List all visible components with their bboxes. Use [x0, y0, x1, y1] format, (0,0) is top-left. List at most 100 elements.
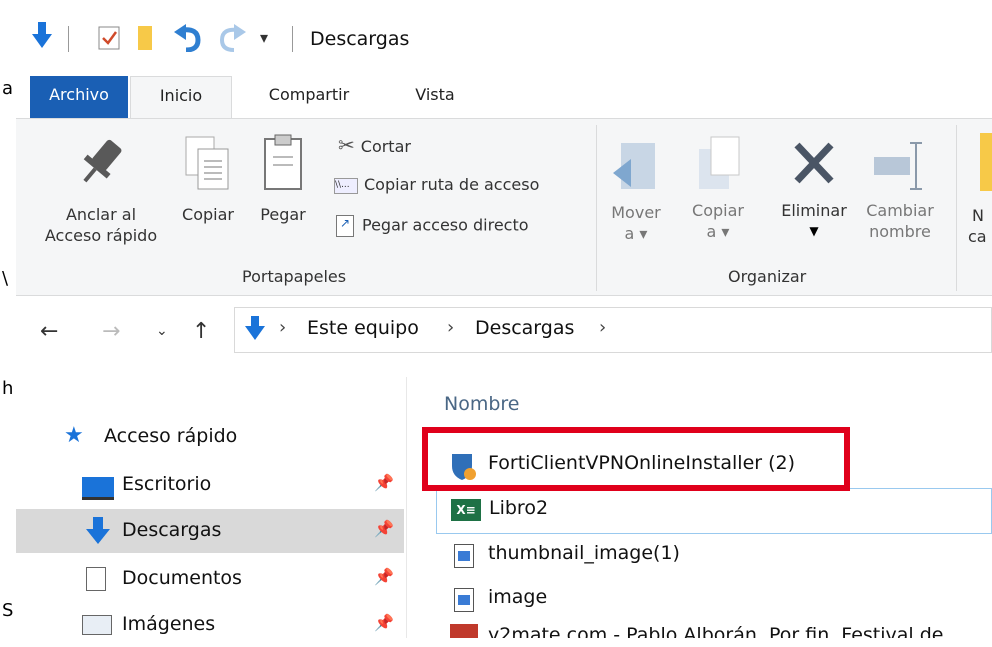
highlight-annotation-box [422, 427, 850, 491]
rename-button[interactable]: Cambiar nombre [856, 135, 944, 242]
image-file-icon [454, 544, 474, 568]
strip-char: h [2, 378, 14, 399]
pin-icon[interactable]: 📌 [374, 519, 394, 538]
copy-path-button[interactable]: \\... Copiar ruta de acceso [334, 175, 539, 194]
down-arrow-icon[interactable] [32, 22, 52, 50]
breadcrumb-chevron-icon[interactable]: › [279, 317, 286, 338]
rename-label-2: nombre [869, 222, 931, 241]
file-explorer-window: ▾ Descargas Archivo Inicio Compartir Vis… [16, 0, 992, 638]
copy-button[interactable]: Copiar [172, 135, 244, 225]
folder-icon[interactable] [136, 26, 154, 50]
pin-icon[interactable]: 📌 [374, 567, 394, 586]
image-file-icon [454, 588, 474, 612]
nav-item-imagenes[interactable]: Imágenes 📌 [16, 603, 404, 647]
star-icon: ★ [64, 423, 84, 448]
paste-label: Pegar [260, 205, 306, 224]
tab-vista[interactable]: Vista [398, 76, 472, 118]
scissors-icon: ✂ [338, 133, 355, 157]
navigation-bar: ← → ⌄ ↑ › Este equipo › Descargas › [16, 295, 992, 377]
copy-to-button[interactable]: Copiar a ▾ [686, 135, 750, 242]
documents-icon [86, 567, 106, 591]
breadcrumb-este-equipo[interactable]: Este equipo [307, 317, 419, 339]
move-label-1: Mover [611, 203, 661, 222]
navigation-pane: ★ Acceso rápido Escritorio 📌 Descargas 📌… [16, 377, 407, 638]
forward-arrow-icon[interactable]: → [102, 319, 120, 344]
pin-label-2: Acceso rápido [44, 226, 158, 245]
strip-char: S [2, 600, 14, 621]
column-header-name[interactable]: Nombre [444, 393, 520, 415]
delete-button[interactable]: Eliminar ▼ [774, 135, 854, 242]
file-name: image [488, 586, 548, 608]
breadcrumb-chevron-icon[interactable]: › [599, 317, 606, 338]
file-row[interactable]: image [436, 578, 992, 622]
trash-x-icon [794, 142, 834, 184]
paste-icon [264, 134, 302, 190]
pin-icon [83, 139, 122, 183]
background-window-strip: a \ h S [0, 0, 16, 638]
customize-toolbar-icon[interactable]: ▾ [260, 28, 268, 47]
copy-to-label-2: a [706, 222, 717, 241]
ribbon: Anclar al Acceso rápido Copiar Pegar ✂ Co… [16, 118, 992, 296]
breadcrumb-chevron-icon[interactable]: › [447, 317, 454, 338]
desktop-icon [82, 477, 114, 500]
new-folder-button[interactable]: N ca [966, 133, 992, 247]
nav-item-escritorio[interactable]: Escritorio 📌 [16, 463, 404, 507]
group-clipboard-label: Portapapeles [242, 267, 347, 286]
ribbon-separator [956, 125, 957, 291]
nav-quick-access-label: Acceso rápido [104, 425, 238, 447]
quick-access-toolbar: ▾ Descargas [16, 0, 992, 76]
new-folder-label-1: N [972, 206, 984, 225]
recent-chevron-down-icon[interactable]: ⌄ [156, 323, 168, 339]
move-to-button[interactable]: Mover a ▾ [606, 139, 666, 244]
nav-item-label: Imágenes [122, 613, 216, 635]
nav-item-label: Escritorio [122, 473, 212, 495]
tab-inicio[interactable]: Inicio [130, 76, 232, 120]
copy-path-label: Copiar ruta de acceso [364, 175, 540, 194]
download-icon [86, 517, 110, 544]
pin-icon[interactable]: 📌 [374, 473, 394, 492]
copy-to-label-1: Copiar [692, 201, 744, 220]
nav-item-descargas[interactable]: Descargas 📌 [16, 509, 404, 553]
ribbon-separator [596, 125, 597, 291]
tab-compartir[interactable]: Compartir [248, 76, 370, 118]
rename-icon [874, 142, 922, 190]
paste-button[interactable]: Pegar [248, 133, 318, 225]
pin-icon[interactable]: 📌 [374, 613, 394, 632]
pictures-icon [82, 615, 112, 635]
download-icon [245, 316, 265, 340]
nav-item-documentos[interactable]: Documentos 📌 [16, 557, 404, 601]
media-file-icon [450, 624, 478, 638]
file-row[interactable]: y2mate.com - Pablo Alborán, Por fin, Fes… [436, 620, 992, 638]
redo-icon [219, 24, 246, 52]
file-row[interactable]: thumbnail_image(1) [436, 534, 992, 578]
paste-shortcut-button[interactable]: ↗ Pegar acceso directo [336, 215, 529, 237]
move-label-2: a [624, 224, 635, 243]
address-bar[interactable]: › Este equipo › Descargas › [234, 307, 992, 353]
tab-archivo[interactable]: Archivo [30, 76, 128, 118]
file-row[interactable]: X≡ Libro2 [436, 488, 992, 534]
undo-icon[interactable] [174, 24, 204, 52]
strip-char: \ [2, 268, 9, 289]
copy-path-icon: \\... [334, 177, 358, 194]
file-name: y2mate.com - Pablo Alborán, Por fin, Fes… [488, 624, 944, 638]
nav-item-label: Documentos [122, 567, 242, 589]
file-name: Libro2 [489, 497, 549, 519]
up-arrow-icon[interactable]: ↑ [192, 319, 210, 344]
paste-shortcut-label: Pegar acceso directo [362, 215, 529, 235]
cut-button[interactable]: ✂ Cortar [338, 133, 411, 157]
new-folder-icon [980, 133, 992, 191]
back-arrow-icon[interactable]: ← [40, 319, 58, 344]
file-name: thumbnail_image(1) [488, 542, 680, 564]
shortcut-icon: ↗ [336, 215, 354, 237]
ribbon-tabs: Archivo Inicio Compartir Vista [16, 76, 992, 120]
move-to-icon [613, 143, 655, 189]
nav-item-acceso-rapido[interactable]: ★ Acceso rápido [16, 415, 404, 459]
copy-icon [185, 136, 229, 190]
pin-label-1: Anclar al [65, 205, 137, 224]
properties-icon[interactable] [98, 26, 120, 50]
breadcrumb-descargas[interactable]: Descargas [475, 317, 574, 339]
rename-label-1: Cambiar [866, 201, 934, 220]
copy-to-icon [699, 136, 740, 189]
pin-quick-access-button[interactable]: Anclar al Acceso rápido [26, 135, 176, 246]
strip-char: a [2, 78, 14, 99]
